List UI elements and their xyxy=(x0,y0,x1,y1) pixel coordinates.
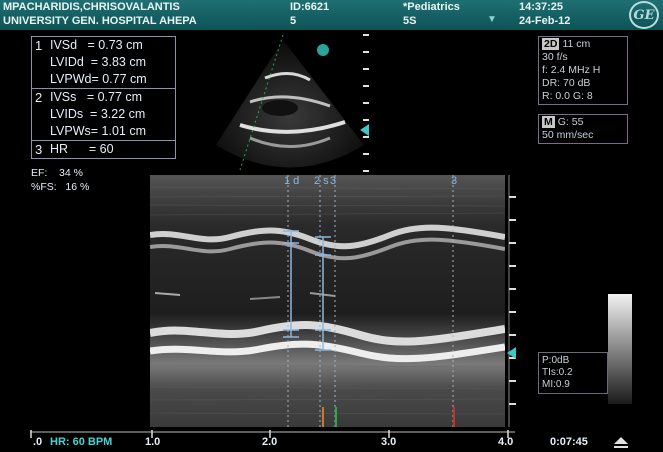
sweep-speed: 50 mm/sec xyxy=(542,129,594,141)
mode-m-tag: M xyxy=(542,116,555,128)
focus-marker-icon[interactable] xyxy=(360,124,369,136)
depth-value: 11 cm xyxy=(562,38,591,50)
m-gain: G: 55 xyxy=(557,116,584,128)
timeline-tick-3: 3.0 xyxy=(381,436,397,448)
grayscale-bar xyxy=(608,294,632,404)
exam-date: 24-Feb-12 xyxy=(519,15,571,27)
tis-index: TIs:0.2 xyxy=(542,367,573,378)
caliper-label-3b: 3 xyxy=(451,175,458,187)
patient-id-sub: 5 xyxy=(290,15,297,27)
measurements-panel: 1 IVSd = 0.73 cm LVIDd = 3.83 cm LVPWd= … xyxy=(31,36,176,159)
power-db: P:0dB xyxy=(542,355,570,366)
measurement-lvids: LVIDs = 3.22 cm xyxy=(50,107,146,121)
measurement-hr: HR = 60 xyxy=(50,142,114,156)
measurement-group-2: 2 IVSs = 0.77 cm LVIDs = 3.22 cm LVPWs= … xyxy=(32,89,175,141)
measurement-lvpws: LVPWs= 1.01 cm xyxy=(50,124,146,138)
mi-index: MI:0.9 xyxy=(542,379,570,390)
settings-m-panel: M G: 55 50 mm/sec xyxy=(538,114,628,144)
ef-value: EF: 34 % xyxy=(31,167,83,179)
measurement-index: 1 xyxy=(35,38,43,53)
caliper-label-2s: 2 s xyxy=(314,175,329,187)
elapsed-time: 0:07:45 xyxy=(550,436,588,448)
m-depth-scale xyxy=(508,175,516,427)
m-mode-trace[interactable] xyxy=(150,175,505,427)
caliper-label-1d: 1 d xyxy=(284,175,300,187)
sector-chamber xyxy=(262,100,298,116)
sector-image xyxy=(216,34,364,171)
dynamic-range: DR: 70 dB xyxy=(542,77,591,89)
measurement-ivsd: IVSd = 0.73 cm xyxy=(50,38,143,52)
timeline-tick-4: 4.0 xyxy=(498,436,514,448)
measurement-lvpwd: LVPWd= 0.77 cm xyxy=(50,72,147,86)
timeline-tick-2: 2.0 xyxy=(262,436,278,448)
timeline-zero: .0 xyxy=(33,436,43,448)
measurement-group-1: 1 IVSd = 0.73 cm LVIDd = 3.83 cm LVPWd= … xyxy=(32,37,175,89)
heart-rate-bpm: HR: 60 BPM xyxy=(50,436,113,448)
measurement-index: 3 xyxy=(35,142,43,157)
mode-2d-tag: 2D xyxy=(542,38,560,50)
eject-icon[interactable] xyxy=(612,436,630,450)
probe-name[interactable]: 5S xyxy=(403,15,416,28)
institution-name: UNIVERSITY GEN. HOSPITAL AHEPA xyxy=(3,15,197,27)
fs-value: %FS: 16 % xyxy=(31,181,90,193)
depth-scale xyxy=(363,34,369,172)
frequency: f: 2.4 MHz H xyxy=(542,64,601,76)
preset-dropdown-icon[interactable]: ▼ xyxy=(487,14,497,25)
orientation-marker-icon xyxy=(317,44,329,56)
m-focus-marker-icon[interactable] xyxy=(507,347,516,359)
frame-rate: 30 f/s xyxy=(542,51,568,63)
header-bar: MPACHARIDIS,CHRISOVALANTIS UNIVERSITY GE… xyxy=(0,0,663,30)
ge-logo-icon: GE xyxy=(629,1,659,29)
clock-time: 14:37:25 xyxy=(519,1,564,13)
ef-results: EF: 34 % %FS: 16 % xyxy=(31,166,89,194)
measurement-index: 2 xyxy=(35,90,43,105)
measurement-group-3: 3 HR = 60 xyxy=(32,141,175,158)
patient-name: MPACHARIDIS,CHRISOVALANTIS xyxy=(3,1,180,13)
caliper-label-3a: 3 xyxy=(330,175,337,187)
reject-gain: R: 0.0 G: 8 xyxy=(542,90,593,102)
settings-2d-panel: 2D 11 cm 30 f/s f: 2.4 MHz H DR: 70 dB R:… xyxy=(538,36,628,105)
measurement-ivss: IVSs = 0.77 cm xyxy=(50,90,143,104)
patient-id: ID:6621 xyxy=(290,1,330,13)
power-panel: P:0dB TIs:0.2 MI:0.9 xyxy=(538,352,608,394)
timeline-bar: .0 HR: 60 BPM 1.0 2.0 3.0 4.0 0:07:45 xyxy=(0,430,663,452)
m-mode-svg xyxy=(150,175,505,427)
measurement-lvidd: LVIDd = 3.83 cm xyxy=(50,55,146,69)
timeline-tick-1: 1.0 xyxy=(145,436,161,448)
preset-name[interactable]: *Pediatrics xyxy=(403,1,460,14)
